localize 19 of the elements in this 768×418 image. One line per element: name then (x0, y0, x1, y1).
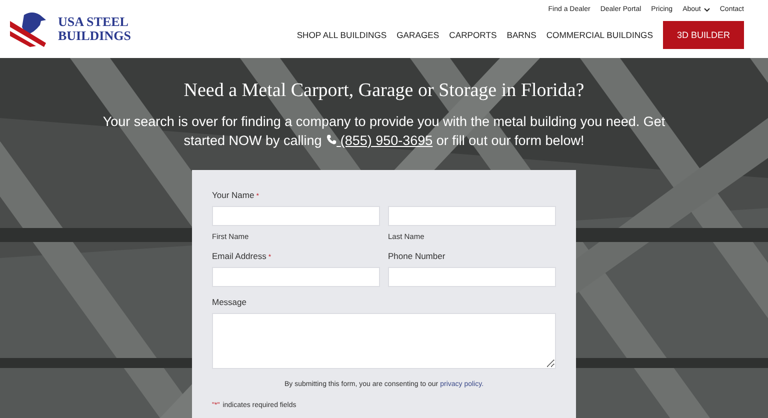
hero-title: Need a Metal Carport, Garage or Storage in Florida? (184, 80, 584, 102)
message-field[interactable] (212, 313, 556, 369)
input-field[interactable] (388, 267, 556, 287)
nav-link[interactable]: CARPORTS (449, 30, 497, 40)
logo-text: USA STEEL (58, 15, 130, 29)
phone-icon (326, 134, 337, 145)
nav-link[interactable]: GARAGES (396, 30, 440, 40)
field-label: Phone Number (388, 251, 446, 261)
hero-text: Your search is over for finding a company to provide you with the metal building you need. Get started NOW by calling (855) 950-3695 or fill out our form below! (102, 113, 666, 150)
field-label: Message (212, 297, 248, 307)
input-field[interactable] (212, 206, 380, 226)
input-field[interactable] (212, 267, 380, 287)
nav-link[interactable]: BARNS (506, 30, 536, 40)
logo-text: BUILDINGS (58, 29, 131, 43)
nav-link[interactable]: SHOP ALL BUILDINGS (296, 30, 387, 40)
phone-link[interactable]: (855) 950-3695 (326, 133, 433, 148)
input-field[interactable] (388, 206, 556, 226)
nav-link[interactable]: COMMERCIAL BUILDINGS (546, 30, 653, 40)
builder-button[interactable]: 3D BUILDER (662, 21, 744, 49)
